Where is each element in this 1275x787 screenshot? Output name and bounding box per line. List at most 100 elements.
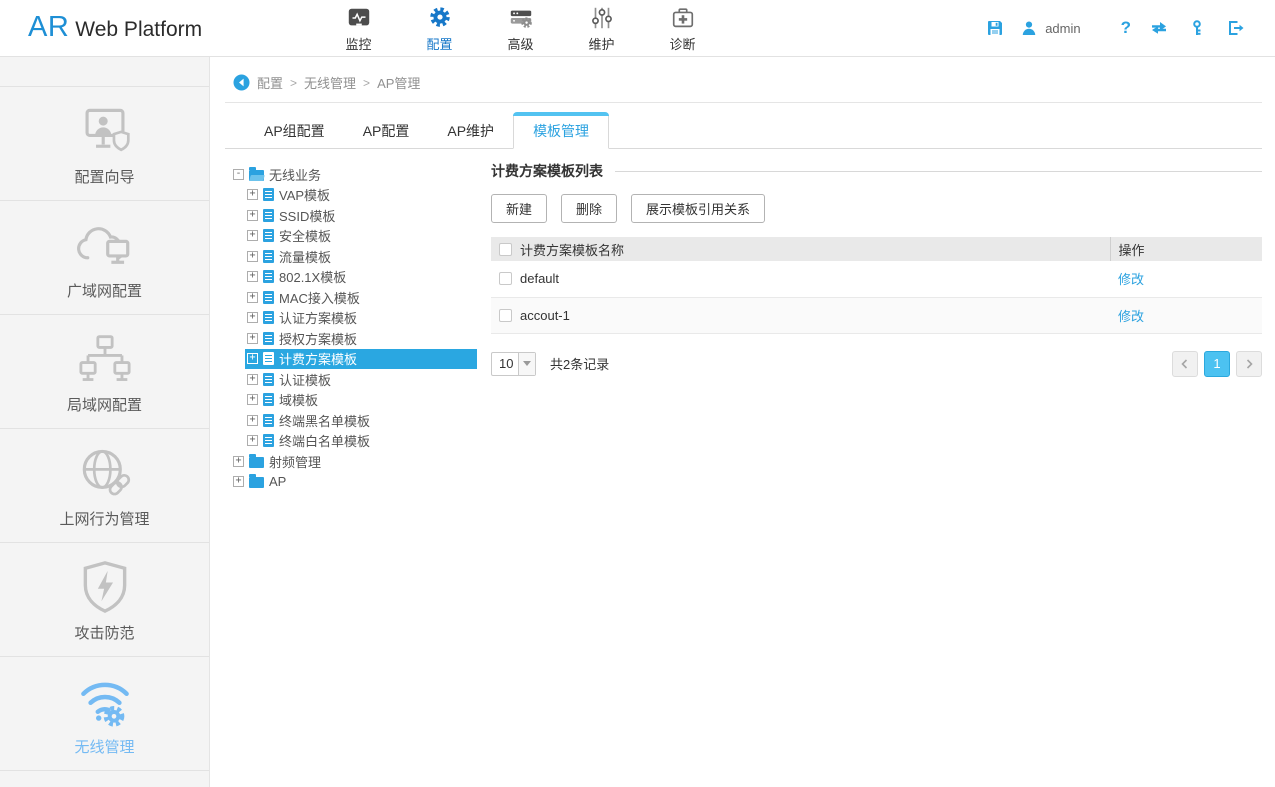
tab-ap-maintenance[interactable]: AP维护 [428,115,513,149]
expand-icon[interactable]: + [233,456,244,467]
documents-icon [263,250,274,263]
tree-node-accounting-scheme-template[interactable]: + 计费方案模板 [245,349,477,370]
sidebar-item-lan-config[interactable]: 局域网配置 [0,315,209,429]
expand-icon[interactable]: + [247,394,258,405]
pager: 1 [1172,351,1262,377]
breadcrumb-item[interactable]: 配置 [257,73,283,92]
breadcrumb-item[interactable]: 无线管理 [304,73,356,92]
tab-template-management[interactable]: 模板管理 [513,115,609,149]
tree-node-domain-template[interactable]: + 域模板 [245,390,477,411]
shield-lightning-icon [80,556,130,618]
tree-node-wireless-service[interactable]: - 无线业务 [233,164,477,185]
expand-icon[interactable]: + [247,435,258,446]
select-all-checkbox[interactable] [499,243,512,256]
documents-icon [263,209,274,222]
nav-diagnosis[interactable]: 诊断 [642,4,723,53]
tree-node-label: 无线业务 [269,165,321,184]
row-checkbox[interactable] [499,272,512,285]
expand-icon[interactable]: + [233,476,244,487]
nav-maintenance[interactable]: 维护 [561,4,642,53]
logout-icon[interactable] [1225,18,1245,38]
expand-icon[interactable]: + [247,374,258,385]
column-header-name: 计费方案模板名称 [520,240,624,259]
template-name: accout-1 [520,308,570,323]
tree-node-mac-access-template[interactable]: + MAC接入模板 [245,287,477,308]
tree-node-terminal-blacklist-template[interactable]: + 终端黑名单模板 [245,410,477,431]
sidebar-item-internet-behavior[interactable]: 上网行为管理 [0,429,209,543]
expand-icon[interactable]: + [247,415,258,426]
modify-link[interactable]: 修改 [1118,309,1144,324]
expand-icon[interactable]: + [247,271,258,282]
page-size-select[interactable]: 10 [491,352,536,376]
nav-advanced[interactable]: 高级 [480,4,561,53]
show-template-reference-button[interactable]: 展示模板引用关系 [631,194,765,223]
template-tree: - 无线业务 + VAP模板 + SSID模板 + 安全模板 [225,149,477,492]
tree-node-8021x-template[interactable]: + 802.1X模板 [245,267,477,288]
tree-node-traffic-template[interactable]: + 流量模板 [245,246,477,267]
collapse-icon[interactable]: - [233,169,244,180]
delete-button[interactable]: 删除 [561,194,617,223]
tree-node-terminal-whitelist-template[interactable]: + 终端白名单模板 [245,431,477,452]
expand-icon[interactable]: + [247,251,258,262]
help-icon[interactable]: ? [1121,18,1131,38]
prev-page-button[interactable] [1172,351,1198,377]
server-gear-icon [508,4,534,32]
left-sidebar: 配置向导 广域网配置 局域网配置 上网行为管理 攻击防范 [0,57,210,787]
tree-node-label: 域模板 [279,390,318,409]
tree-node-security-template[interactable]: + 安全模板 [245,226,477,247]
sidebar-item-wan-config[interactable]: 广域网配置 [0,201,209,315]
breadcrumb-separator: > [290,76,297,90]
create-button[interactable]: 新建 [491,194,547,223]
first-aid-icon [670,4,696,32]
expand-icon[interactable]: + [247,230,258,241]
folder-icon [249,457,264,468]
page-1-button[interactable]: 1 [1204,351,1230,377]
column-header-action: 操作 [1110,237,1262,261]
tree-node-author-scheme-template[interactable]: + 授权方案模板 [245,328,477,349]
tree-node-label: 计费方案模板 [279,349,357,368]
sidebar-item-config-wizard[interactable]: 配置向导 [0,87,209,201]
document-icon [263,332,274,345]
expand-icon[interactable]: + [247,333,258,344]
table-header-row: 计费方案模板名称 操作 [491,237,1262,261]
folder-icon [249,477,264,488]
user-toolbar: admin ? [985,18,1245,38]
next-page-button[interactable] [1236,351,1262,377]
tab-ap-config[interactable]: AP配置 [344,115,429,149]
sidebar-item-attack-defense[interactable]: 攻击防范 [0,543,209,657]
expand-icon[interactable]: + [247,210,258,221]
tree-node-authentication-template[interactable]: + 认证模板 [245,369,477,390]
user-icon[interactable] [1019,18,1039,38]
key-icon[interactable] [1187,18,1207,38]
document-icon [263,291,274,304]
expand-icon[interactable]: + [247,312,258,323]
table-row: default 修改 [491,261,1262,297]
tree-node-ap[interactable]: + AP [233,472,477,493]
wifi-gear-icon [76,670,134,732]
expand-icon[interactable]: + [247,292,258,303]
save-icon[interactable] [985,18,1005,38]
breadcrumb-back-icon[interactable] [233,74,250,91]
nav-diagnosis-label: 诊断 [669,34,695,53]
globe-link-icon [77,442,133,504]
expand-icon[interactable]: + [247,189,258,200]
tree-node-label: 安全模板 [279,226,331,245]
tab-ap-group-config[interactable]: AP组配置 [245,115,344,149]
row-checkbox[interactable] [499,309,512,322]
sliders-icon [589,4,615,32]
sidebar-item-wireless-management[interactable]: 无线管理 [0,657,209,771]
switch-language-icon[interactable] [1149,18,1169,38]
tree-node-label: VAP模板 [279,185,330,204]
tree-node-auth-scheme-template[interactable]: + 认证方案模板 [245,308,477,329]
expand-icon[interactable]: + [247,353,258,364]
tree-node-label: 认证模板 [279,370,331,389]
nav-monitor[interactable]: 监控 [318,4,399,53]
tree-node-radio-management[interactable]: + 射频管理 [233,451,477,472]
tree-node-label: 终端黑名单模板 [279,411,370,430]
modify-link[interactable]: 修改 [1118,272,1144,287]
chevron-down-icon [518,353,535,375]
nav-configuration[interactable]: 配置 [399,4,480,53]
sidebar-spacer [0,57,209,87]
tree-node-ssid-template[interactable]: + SSID模板 [245,205,477,226]
tree-node-vap-template[interactable]: + VAP模板 [245,185,477,206]
